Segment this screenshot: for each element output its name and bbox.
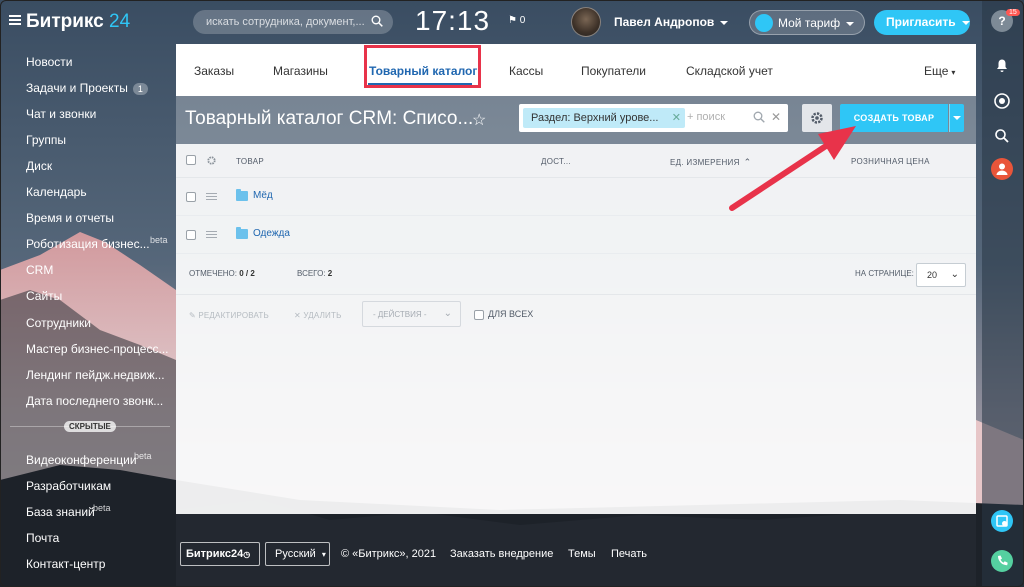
column-product[interactable]: ТОВАР (236, 157, 264, 166)
sidebar-item-news[interactable]: Новости (26, 55, 72, 69)
sidebar-item-calendar[interactable]: Календарь (26, 185, 87, 199)
invite-button[interactable]: Пригласить (874, 10, 970, 35)
tabs-bar: Заказы Магазины Товарный каталог Кассы П… (176, 44, 976, 96)
clock-icon: ◷ (243, 550, 251, 559)
tab-cash-registers[interactable]: Кассы (509, 64, 543, 78)
app-logo[interactable]: Битрикс 24 (26, 11, 130, 33)
sidebar-item-mail[interactable]: Почта (26, 531, 59, 545)
sidebar-item-chat[interactable]: Чат и звонки (26, 107, 96, 121)
close-icon: ✕ (294, 311, 301, 320)
clock[interactable]: 17:13 (415, 5, 490, 37)
my-tariff-button[interactable]: Мой тариф (749, 10, 865, 35)
sidebar-item-time[interactable]: Время и отчеты (26, 211, 114, 225)
sidebar-item-landing[interactable]: Лендинг пейдж.недвиж... (26, 368, 165, 382)
sidebar-item-contact-center[interactable]: Контакт-центр (26, 557, 105, 571)
sidebar-item-last-call[interactable]: Дата последнего звонк... (26, 394, 163, 408)
sidebar-item-employees[interactable]: Сотрудники (26, 316, 91, 330)
sidebar-item-knowledge[interactable]: База знаний (26, 505, 95, 519)
sidebar-item-automation[interactable]: Роботизация бизнес... (26, 237, 150, 251)
tasks-icon[interactable] (991, 510, 1013, 532)
beta-label: beta (134, 451, 152, 461)
footer-logo[interactable]: Битрикс24◷ (180, 542, 260, 566)
drag-handle-icon[interactable] (206, 231, 217, 239)
actions-select[interactable]: - ДЕЙСТВИЯ - ⌄ (362, 301, 461, 327)
sidebar-item-crm[interactable]: CRM (26, 263, 53, 277)
row-checkbox[interactable] (186, 230, 196, 240)
user-icon[interactable] (991, 158, 1013, 180)
search-icon[interactable] (991, 125, 1013, 147)
create-dropdown-button[interactable] (949, 104, 964, 132)
sidebar-item-video[interactable]: Видеоконференции (26, 453, 137, 467)
print-link[interactable]: Печать (611, 548, 647, 560)
table-row[interactable]: Одежда (176, 216, 976, 254)
themes-link[interactable]: Темы (568, 548, 596, 560)
footer: Битрикс24◷ Русский ▾ © «Битрикс», 2021 За… (176, 540, 976, 568)
filter-chip[interactable]: Раздел: Верхний урове... ✕ (523, 108, 685, 128)
total-count: ВСЕГО: 2 (297, 269, 333, 278)
sidebar-item-groups[interactable]: Группы (26, 133, 66, 147)
pencil-icon: ✎ (189, 311, 196, 320)
tab-inventory[interactable]: Складской учет (686, 64, 773, 78)
column-availability[interactable]: ДОСТ... (541, 157, 571, 166)
annotation-highlight-box (364, 45, 481, 88)
selected-count: ОТМЕЧЕНО: 0 / 2 (189, 269, 255, 278)
top-header: Битрикс 24 искать сотрудника, документ,.… (0, 0, 1024, 44)
for-all-checkbox[interactable] (474, 309, 484, 320)
close-icon[interactable]: ✕ (672, 111, 681, 124)
copyright: © «Битрикс», 2021 (341, 548, 437, 560)
folder-icon (236, 189, 248, 201)
star-icon[interactable]: ☆ (472, 110, 486, 130)
tab-more[interactable]: Еще ▾ (924, 64, 955, 78)
annotation-arrow (729, 126, 856, 211)
tab-shops[interactable]: Магазины (273, 64, 328, 78)
beta-label: beta (150, 235, 168, 245)
chevron-down-icon (720, 20, 729, 25)
sidebar-item-bp-master[interactable]: Мастер бизнес-процесс... (26, 342, 168, 356)
flag-counter[interactable]: ⚑ 0 (508, 15, 525, 26)
menu-icon[interactable] (9, 15, 21, 25)
search-input[interactable]: искать сотрудника, документ,... (193, 10, 393, 34)
svg-text:?: ? (998, 14, 1005, 28)
row-checkbox[interactable] (186, 192, 196, 202)
chevron-down-icon: ⌄ (443, 308, 452, 319)
per-page-select[interactable]: 20 ⌄ (916, 263, 966, 287)
phone-icon[interactable] (991, 550, 1013, 572)
grid-actions-bar: ✎ РЕДАКТИРОВАТЬ ✕ УДАЛИТЬ - ДЕЙСТВИЯ - ⌄ … (176, 299, 976, 335)
gear-icon[interactable] (206, 155, 217, 166)
main-content: Заказы Магазины Товарный каталог Кассы П… (176, 44, 976, 514)
notification-badge: 15 (1006, 9, 1020, 16)
right-panel: ? 15 (982, 0, 1024, 587)
language-select[interactable]: Русский ▾ (265, 542, 330, 566)
hidden-section-label[interactable]: СКРЫТЫЕ (64, 421, 116, 432)
for-all-toggle[interactable]: ДЛЯ ВСЕХ (474, 309, 533, 320)
grid-summary: ОТМЕЧЕНО: 0 / 2 ВСЕГО: 2 НА СТРАНИЦЕ: 20… (176, 253, 976, 295)
order-implementation-link[interactable]: Заказать внедрение (450, 548, 553, 560)
search-icon[interactable] (371, 15, 383, 27)
select-all-checkbox[interactable] (186, 155, 196, 165)
counter-badge: 1 (132, 82, 148, 95)
avatar[interactable] (571, 7, 601, 37)
per-page-label: НА СТРАНИЦЕ: (855, 269, 914, 278)
sidebar-item-developers[interactable]: Разработчикам (26, 479, 111, 493)
user-menu[interactable]: Павел Андропов (614, 15, 729, 29)
folder-icon (236, 227, 248, 239)
delete-button[interactable]: ✕ УДАЛИТЬ (294, 311, 342, 320)
chevron-down-icon: ⌄ (950, 269, 959, 280)
drag-handle-icon[interactable] (206, 193, 217, 201)
rocket-icon (755, 14, 773, 32)
tab-orders[interactable]: Заказы (194, 64, 234, 78)
sidebar-item-sites[interactable]: Сайты (26, 289, 62, 303)
page-title: Товарный каталог CRM: Списо... (185, 108, 474, 129)
row-name[interactable]: Одежда (253, 228, 290, 239)
bell-icon[interactable] (991, 54, 1013, 76)
chevron-down-icon: ▾ (321, 550, 326, 559)
edit-button[interactable]: ✎ РЕДАКТИРОВАТЬ (189, 311, 269, 320)
beta-label: beta (93, 503, 111, 513)
sidebar-item-tasks[interactable]: Задачи и Проекты 1 (26, 81, 148, 95)
chat-icon[interactable] (991, 90, 1013, 112)
tab-customers[interactable]: Покупатели (581, 64, 646, 78)
row-name[interactable]: Мёд (253, 190, 273, 201)
sidebar-item-disk[interactable]: Диск (26, 159, 52, 173)
chevron-down-icon: ▾ (951, 68, 956, 77)
